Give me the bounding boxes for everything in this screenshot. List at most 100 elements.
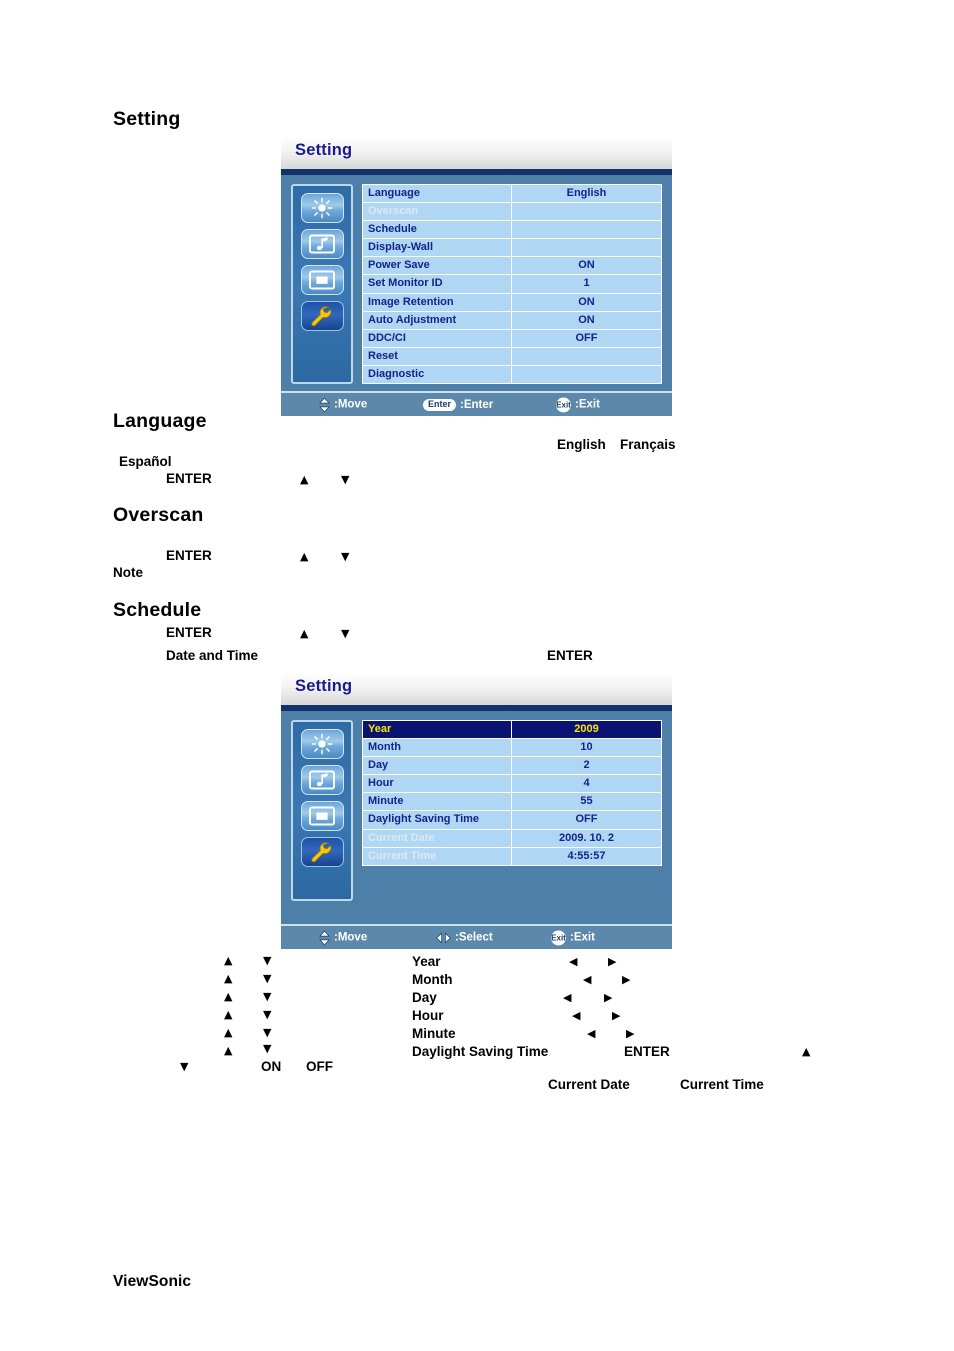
screen-icon[interactable] — [300, 265, 344, 295]
footer-move: :Move — [319, 397, 367, 412]
osd-row[interactable]: Display-Wall — [362, 239, 662, 258]
footer-move-label: :Move — [334, 931, 368, 944]
right-arrow-icon: ▶ — [604, 991, 613, 1004]
document-page: Setting Setting Language English Oversca… — [0, 0, 954, 1351]
footer-exit: Exit :Exit — [556, 397, 600, 413]
osd-row-value: ON — [512, 311, 662, 329]
tools-wrench-icon[interactable] — [300, 301, 344, 331]
right-arrow-icon: ▶ — [622, 973, 631, 986]
up-arrow-icon: ▲ — [300, 627, 309, 640]
osd-row-label: Set Monitor ID — [362, 275, 512, 293]
osd-row[interactable]: Diagnostic — [362, 365, 662, 385]
osd-row-label: Month — [362, 739, 512, 757]
osd-row-label: Overscan — [362, 203, 512, 221]
osd-row-label: Daylight Saving Time — [362, 811, 512, 829]
schedule-term-enter-2: ENTER — [547, 648, 593, 663]
language-term-enter: ENTER — [166, 471, 212, 486]
osd-row[interactable]: Image Retention ON — [362, 293, 662, 312]
tools-wrench-icon[interactable] — [300, 837, 344, 867]
osd-row-value: OFF — [512, 811, 662, 829]
audio-icon[interactable] — [300, 765, 344, 795]
note-off-label: OFF — [306, 1059, 333, 1074]
osd-row-label: Language — [362, 185, 512, 203]
osd-row-label: Display-Wall — [362, 239, 512, 257]
left-arrow-icon: ◀ — [572, 1009, 581, 1022]
osd-row[interactable]: Language English — [362, 184, 662, 204]
footer-select-label: :Select — [455, 931, 493, 944]
osd-row[interactable]: Overscan — [362, 203, 662, 222]
osd-row[interactable]: DDC/CI OFF — [362, 329, 662, 348]
osd-row[interactable]: Hour 4 — [362, 775, 662, 794]
osd-row-value: 2009. 10. 2 — [512, 829, 662, 847]
osd-row[interactable]: Set Monitor ID 1 — [362, 275, 662, 294]
osd-footer: :Move Enter :Enter Exit :Exit — [281, 391, 672, 417]
language-term-english: English — [557, 437, 606, 452]
right-arrow-icon: ▶ — [612, 1009, 621, 1022]
overscan-term-note: Note — [113, 565, 143, 580]
osd-row-value — [512, 347, 662, 365]
osd-row[interactable]: Reset — [362, 347, 662, 366]
osd-row-label: Current Time — [362, 847, 512, 865]
osd-row-value — [512, 365, 662, 384]
osd-row[interactable]: Auto Adjustment ON — [362, 311, 662, 330]
note-label-hour: Hour — [412, 1008, 444, 1023]
osd-row-label: Diagnostic — [362, 365, 512, 384]
osd-icon-column — [291, 720, 353, 901]
osd-row-label: Minute — [362, 793, 512, 811]
footer-enter: Enter :Enter — [423, 398, 493, 411]
osd-row-value: OFF — [512, 329, 662, 347]
osd-row-value: 2009 — [512, 721, 662, 739]
osd-row[interactable]: Current Time 4:55:57 — [362, 847, 662, 866]
up-arrow-icon: ▲ — [224, 1008, 233, 1021]
up-arrow-icon: ▲ — [224, 1026, 233, 1039]
down-arrow-icon: ▼ — [263, 1008, 272, 1021]
osd-row-value — [512, 221, 662, 239]
osd-row[interactable]: Month 10 — [362, 739, 662, 758]
osd-setting-menu: Setting Language English Overscan Schedu… — [281, 136, 672, 417]
footer-brand: ViewSonic — [113, 1273, 192, 1290]
osd-row[interactable]: Schedule — [362, 221, 662, 240]
osd-row[interactable]: Day 2 — [362, 757, 662, 776]
osd-rows: Year 2009 Month 10 Day 2 Hour 4 Minute 55 Day… — [362, 720, 662, 866]
note-label-month: Month — [412, 972, 453, 987]
up-arrow-icon: ▲ — [300, 550, 309, 563]
up-arrow-icon: ▲ — [224, 954, 233, 967]
osd-body: Year 2009 Month 10 Day 2 Hour 4 Minute 55 Day… — [281, 711, 672, 924]
left-arrow-icon: ◀ — [583, 973, 592, 986]
down-arrow-icon: ▼ — [263, 1042, 272, 1055]
osd-row[interactable]: Daylight Saving Time OFF — [362, 811, 662, 830]
osd-row-label: Hour — [362, 775, 512, 793]
osd-row-label: Schedule — [362, 221, 512, 239]
down-arrow-icon: ▼ — [341, 627, 350, 640]
down-arrow-icon: ▼ — [263, 990, 272, 1003]
exit-key-icon: Exit — [556, 397, 571, 413]
osd-row-label: Current Date — [362, 829, 512, 847]
osd-row-value — [512, 203, 662, 221]
audio-icon[interactable] — [300, 229, 344, 259]
osd-row-label: Auto Adjustment — [362, 311, 512, 329]
schedule-term-date-and-time: Date and Time — [166, 648, 259, 663]
osd-row-label: Reset — [362, 347, 512, 365]
osd-row[interactable]: Power Save ON — [362, 257, 662, 276]
screen-icon[interactable] — [300, 801, 344, 831]
osd-row[interactable]: Year 2009 — [362, 720, 662, 740]
footer-move-label: :Move — [334, 398, 368, 411]
osd-row-value: 4:55:57 — [512, 847, 662, 865]
note-label-year: Year — [412, 954, 441, 969]
osd-row-label: Power Save — [362, 257, 512, 275]
osd-row[interactable]: Current Date 2009. 10. 2 — [362, 829, 662, 848]
language-term-francais: Français — [620, 437, 676, 452]
schedule-term-enter-1: ENTER — [166, 625, 212, 640]
down-arrow-icon: ▼ — [180, 1060, 189, 1073]
right-arrow-icon: ▶ — [626, 1027, 635, 1040]
language-term-espanol: Español — [119, 454, 172, 469]
footer-exit: Exit :Exit — [551, 930, 595, 945]
note-current-date-label: Current Date — [548, 1077, 630, 1092]
footer-select: :Select — [436, 931, 493, 944]
section-heading-schedule: Schedule — [113, 599, 202, 621]
brightness-icon[interactable] — [300, 729, 344, 759]
brightness-icon[interactable] — [300, 193, 344, 223]
enter-key-icon: Enter — [423, 398, 457, 411]
osd-datetime-menu: Setting Year 2009 Month 10 Day 2 Hour 4 … — [281, 672, 672, 949]
osd-row[interactable]: Minute 55 — [362, 793, 662, 812]
